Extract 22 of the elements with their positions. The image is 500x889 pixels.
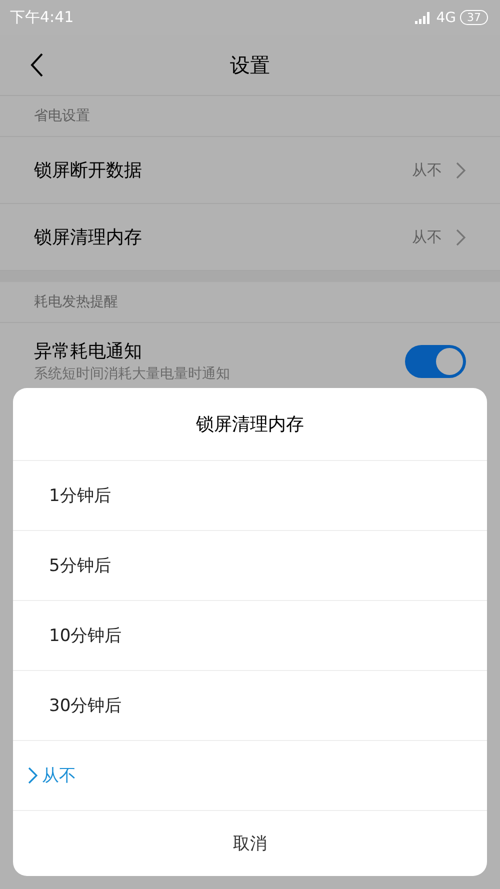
setting-label: 异常耗电通知 <box>34 340 143 363</box>
chevron-right-icon <box>456 228 466 246</box>
settings-row[interactable]: 锁屏断开数据 从不 <box>0 137 500 204</box>
battery-level: 37 <box>460 10 488 25</box>
network-label: 4G <box>436 10 456 26</box>
signal-icon <box>415 12 432 24</box>
dialog-option[interactable]: 30分钟后 <box>13 671 487 741</box>
toggle-switch[interactable] <box>405 344 466 378</box>
page-title: 设置 <box>230 52 270 78</box>
section-header: 省电设置 <box>0 96 500 137</box>
cancel-button[interactable]: 取消 <box>13 811 487 876</box>
setting-description: 系统短时间消耗大量电量时通知 <box>34 365 231 383</box>
dialog-option[interactable]: 10分钟后 <box>13 601 487 671</box>
dialog-option[interactable]: 5分钟后 <box>13 531 487 601</box>
back-icon[interactable] <box>30 53 44 77</box>
chevron-right-icon <box>456 162 466 178</box>
dialog-option[interactable]: 从不 <box>13 741 487 811</box>
dialog-option[interactable]: 1分钟后 <box>13 461 487 531</box>
status-time: 下午4:41 <box>10 8 74 27</box>
dialog-title: 锁屏清理内存 <box>13 388 487 461</box>
chevron-right-icon <box>28 767 38 784</box>
section-header: 耗电发热提醒 <box>0 282 500 323</box>
